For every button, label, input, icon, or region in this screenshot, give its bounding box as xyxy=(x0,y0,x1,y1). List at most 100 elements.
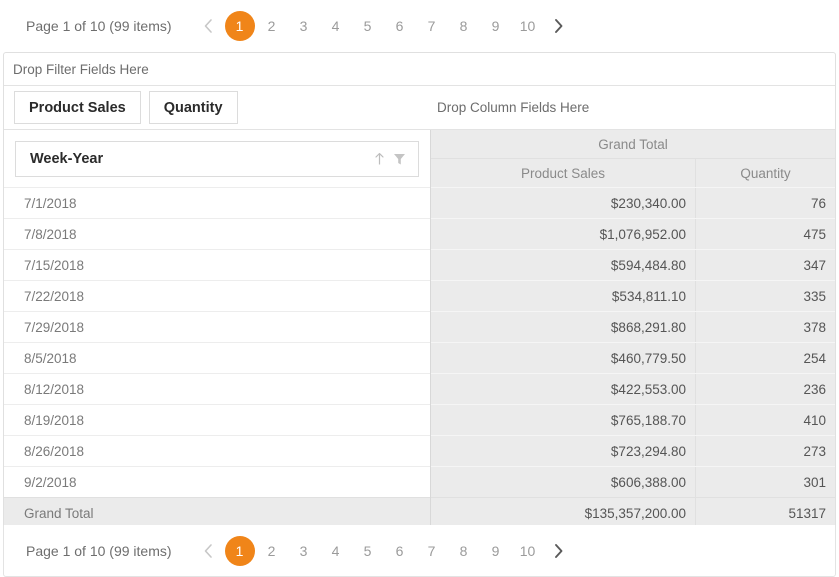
column-axis-placeholder: Drop Column Fields Here xyxy=(437,100,589,115)
grand-total-product-sales: $135,357,200.00 xyxy=(431,498,696,525)
cell-product-sales[interactable]: $230,340.00 xyxy=(431,188,696,218)
pager-top: Page 1 of 10 (99 items) 1 2 3 4 5 6 7 8 … xyxy=(0,0,839,52)
cell-quantity[interactable]: 347 xyxy=(696,250,835,280)
cell-quantity[interactable]: 236 xyxy=(696,374,835,404)
table-row: $765,188.70 410 xyxy=(431,404,835,435)
filter-axis-dropzone[interactable]: Drop Filter Fields Here xyxy=(4,53,835,86)
table-row: $534,811.10 335 xyxy=(431,280,835,311)
pager-page-3-bottom[interactable]: 3 xyxy=(289,536,319,566)
cell-quantity[interactable]: 335 xyxy=(696,281,835,311)
pager-info-bottom: Page 1 of 10 (99 items) xyxy=(26,543,172,559)
cell-product-sales[interactable]: $1,076,952.00 xyxy=(431,219,696,249)
chevron-left-icon xyxy=(203,543,214,559)
pager-page-2-top[interactable]: 2 xyxy=(257,11,287,41)
pager-prev-button-bottom[interactable] xyxy=(194,536,224,566)
pivot-grid: Week-Year xyxy=(4,129,835,525)
pager-page-1-top[interactable]: 1 xyxy=(225,11,255,41)
cell-quantity[interactable]: 410 xyxy=(696,405,835,435)
row-header-cell[interactable]: 8/5/2018 xyxy=(4,342,430,373)
cell-quantity[interactable]: 301 xyxy=(696,467,835,497)
cell-product-sales[interactable]: $606,388.00 xyxy=(431,467,696,497)
row-field-label: Week-Year xyxy=(30,151,368,167)
row-axis-dropzone[interactable]: Week-Year xyxy=(4,130,430,187)
grand-total-quantity: 51317 xyxy=(696,498,835,525)
row-header-cell[interactable]: 9/2/2018 xyxy=(4,466,430,497)
cell-product-sales[interactable]: $868,291.80 xyxy=(431,312,696,342)
cell-product-sales[interactable]: $594,484.80 xyxy=(431,250,696,280)
pager-page-4-top[interactable]: 4 xyxy=(321,11,351,41)
row-header-cell[interactable]: 8/26/2018 xyxy=(4,435,430,466)
row-header-cell[interactable]: 8/12/2018 xyxy=(4,373,430,404)
pivot-grid-row-headers: Week-Year xyxy=(4,130,431,525)
cell-quantity[interactable]: 76 xyxy=(696,188,835,218)
pager-page-8-bottom[interactable]: 8 xyxy=(449,536,479,566)
table-row: $868,291.80 378 xyxy=(431,311,835,342)
pager-next-button-bottom[interactable] xyxy=(544,536,574,566)
row-header-cell[interactable]: 7/29/2018 xyxy=(4,311,430,342)
measure-header-quantity[interactable]: Quantity xyxy=(696,159,835,187)
cell-quantity[interactable]: 475 xyxy=(696,219,835,249)
cell-product-sales[interactable]: $723,294.80 xyxy=(431,436,696,466)
table-row: $230,340.00 76 xyxy=(431,187,835,218)
cell-quantity[interactable]: 273 xyxy=(696,436,835,466)
row-header-list: 7/1/2018 7/8/2018 7/15/2018 7/22/2018 7/… xyxy=(4,187,430,525)
table-row: $594,484.80 347 xyxy=(431,249,835,280)
row-header-cell[interactable]: 7/1/2018 xyxy=(4,187,430,218)
pager-page-3-top[interactable]: 3 xyxy=(289,11,319,41)
column-axis-dropzone[interactable]: Product Sales Quantity Drop Column Field… xyxy=(4,86,835,129)
cell-product-sales[interactable]: $422,553.00 xyxy=(431,374,696,404)
pager-prev-button-top[interactable] xyxy=(194,11,224,41)
pager-page-2-bottom[interactable]: 2 xyxy=(257,536,287,566)
pager-page-4-bottom[interactable]: 4 xyxy=(321,536,351,566)
row-field-week-year[interactable]: Week-Year xyxy=(15,141,419,177)
row-header-cell[interactable]: 8/19/2018 xyxy=(4,404,430,435)
cell-product-sales[interactable]: $534,811.10 xyxy=(431,281,696,311)
pager-page-10-bottom[interactable]: 10 xyxy=(513,536,543,566)
table-row: $606,388.00 301 xyxy=(431,466,835,497)
row-header-cell[interactable]: 7/8/2018 xyxy=(4,218,430,249)
table-row: $422,553.00 236 xyxy=(431,373,835,404)
pager-page-1-bottom[interactable]: 1 xyxy=(225,536,255,566)
pivot-card: Drop Filter Fields Here Product Sales Qu… xyxy=(3,52,836,525)
chevron-left-icon xyxy=(203,18,214,34)
filter-funnel-icon[interactable] xyxy=(390,150,408,168)
table-row: $723,294.80 273 xyxy=(431,435,835,466)
pager-page-5-bottom[interactable]: 5 xyxy=(353,536,383,566)
pager-info-top: Page 1 of 10 (99 items) xyxy=(26,18,172,34)
cell-product-sales[interactable]: $460,779.50 xyxy=(431,343,696,373)
pager-page-9-bottom[interactable]: 9 xyxy=(481,536,511,566)
pager-page-6-top[interactable]: 6 xyxy=(385,11,415,41)
chevron-right-icon xyxy=(552,543,565,559)
value-rows: $230,340.00 76 $1,076,952.00 475 $594,48… xyxy=(431,187,835,525)
pager-page-7-bottom[interactable]: 7 xyxy=(417,536,447,566)
value-field-quantity[interactable]: Quantity xyxy=(149,91,238,124)
pager-page-8-top[interactable]: 8 xyxy=(449,11,479,41)
pager-page-5-top[interactable]: 5 xyxy=(353,11,383,41)
row-header-grand-total: Grand Total xyxy=(4,497,430,525)
column-header-grand-total: Grand Total xyxy=(431,130,835,159)
value-field-product-sales[interactable]: Product Sales xyxy=(14,91,141,124)
table-row: $460,779.50 254 xyxy=(431,342,835,373)
grand-total-row: $135,357,200.00 51317 xyxy=(431,497,835,525)
pager-page-9-top[interactable]: 9 xyxy=(481,11,511,41)
chevron-right-icon xyxy=(552,18,565,34)
pivot-grid-values: Grand Total Product Sales Quantity $230,… xyxy=(431,130,835,525)
table-row: $1,076,952.00 475 xyxy=(431,218,835,249)
pager-page-7-top[interactable]: 7 xyxy=(417,11,447,41)
pivot-table-widget: Page 1 of 10 (99 items) 1 2 3 4 5 6 7 8 … xyxy=(0,0,839,577)
row-header-cell[interactable]: 7/22/2018 xyxy=(4,280,430,311)
pager-page-6-bottom[interactable]: 6 xyxy=(385,536,415,566)
cell-quantity[interactable]: 378 xyxy=(696,312,835,342)
sort-ascending-icon[interactable] xyxy=(370,150,388,168)
row-header-cell[interactable]: 7/15/2018 xyxy=(4,249,430,280)
pager-numbers-top: 1 2 3 4 5 6 7 8 9 10 xyxy=(194,11,574,41)
pager-next-button-top[interactable] xyxy=(544,11,574,41)
pager-bottom: Page 1 of 10 (99 items) 1 2 3 4 5 6 7 8 … xyxy=(3,525,836,577)
cell-product-sales[interactable]: $765,188.70 xyxy=(431,405,696,435)
cell-quantity[interactable]: 254 xyxy=(696,343,835,373)
pager-numbers-bottom: 1 2 3 4 5 6 7 8 9 10 xyxy=(194,536,574,566)
measure-header-row: Product Sales Quantity xyxy=(431,159,835,187)
filter-axis-placeholder: Drop Filter Fields Here xyxy=(13,62,149,77)
pager-page-10-top[interactable]: 10 xyxy=(513,11,543,41)
measure-header-product-sales[interactable]: Product Sales xyxy=(431,159,696,187)
